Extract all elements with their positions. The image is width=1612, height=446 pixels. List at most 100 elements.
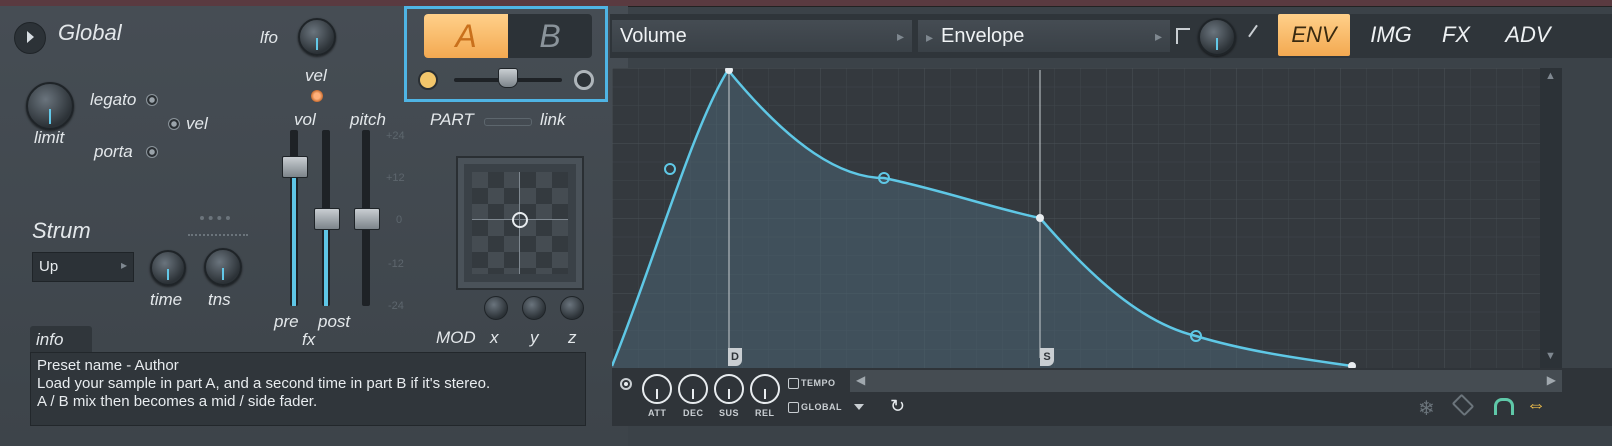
type-dropdown[interactable]: ▸ Envelope ▸ (918, 20, 1170, 52)
chevron-up-icon[interactable]: ▲ (1545, 70, 1556, 82)
chevron-right-icon: ▸ (896, 28, 904, 44)
part-a-button[interactable]: A (424, 14, 508, 58)
porta-toggle[interactable] (146, 146, 158, 158)
chevron-down-icon[interactable]: ▼ (1545, 350, 1556, 362)
horizontal-scrollbar[interactable]: ◀ ▶ (850, 370, 1562, 392)
part-b-power[interactable] (574, 70, 594, 90)
rel-label: REL (755, 408, 775, 418)
tns-knob[interactable] (204, 248, 242, 286)
strum-title: Strum (32, 218, 91, 243)
sustain-point[interactable] (1036, 214, 1044, 222)
fx-label: fx (302, 330, 316, 349)
type-value: Envelope (941, 25, 1025, 47)
vertical-scrollbar[interactable]: ▲ ▼ (1540, 68, 1562, 368)
magnet-icon[interactable] (1494, 398, 1514, 415)
dec-knob[interactable] (678, 374, 708, 404)
xy-pad[interactable] (456, 156, 584, 290)
tempo-checkbox[interactable] (788, 378, 799, 389)
scale-zero: 0 (396, 214, 403, 226)
scale-plus12: +12 (386, 172, 405, 184)
global-label: GLOBAL (801, 402, 842, 412)
pre-fader-fill (292, 176, 296, 306)
menu-down-icon[interactable] (854, 404, 864, 410)
tab-env[interactable]: ENV (1278, 14, 1350, 56)
limit-label: limit (34, 128, 65, 147)
envelope-enable-toggle[interactable] (620, 378, 632, 390)
decay-marker[interactable]: D (728, 348, 742, 366)
link-icon[interactable] (484, 118, 532, 126)
porta-label: porta (94, 142, 133, 161)
tab-adv[interactable]: ADV (1490, 14, 1566, 56)
part-a-power[interactable] (418, 70, 438, 90)
vel-top-label: vel (305, 66, 327, 85)
scale-minus12: -12 (388, 258, 404, 270)
legato-toggle[interactable] (146, 94, 158, 106)
mod-x-label: x (490, 328, 499, 347)
pre-fader[interactable] (282, 156, 308, 178)
ab-switch: A B (424, 14, 592, 58)
reset-icon[interactable]: ↻ (890, 396, 905, 417)
legato-label: legato (90, 90, 137, 109)
envelope-svg (612, 68, 1540, 368)
vel-label: vel (186, 114, 208, 133)
info-tab: info (30, 326, 92, 352)
post-fader-fill (324, 228, 328, 306)
limit-knob[interactable] (26, 82, 74, 130)
sus-label: SUS (719, 408, 740, 418)
target-value: Volume (620, 25, 687, 47)
mod-x-knob[interactable] (484, 296, 508, 320)
chevron-left-icon[interactable]: ◀ (856, 373, 865, 387)
rel-knob[interactable] (750, 374, 780, 404)
strum-mode-dropdown[interactable]: Up ▸ (32, 252, 134, 282)
pitch-label: pitch (350, 110, 386, 129)
global-checkbox[interactable] (788, 402, 799, 413)
tab-img[interactable]: IMG (1356, 14, 1426, 56)
strum-dots (200, 216, 230, 224)
post-label: post (318, 312, 351, 331)
att-label: ATT (648, 408, 667, 418)
tns-label: tns (208, 290, 231, 309)
swap-icon[interactable]: ⇔ (1526, 394, 1546, 417)
sustain-marker[interactable]: S (1040, 348, 1054, 366)
info-line-3: A / B mix then becomes a mid / side fade… (37, 393, 318, 410)
part-label: PART (430, 110, 474, 129)
global-panel: Global lfo vel limit legato vel porta St… (0, 6, 628, 446)
type-prev-arrow: ▸ (926, 29, 934, 45)
vel-toggle[interactable] (168, 118, 180, 130)
dec-label: DEC (683, 408, 704, 418)
part-b-button[interactable]: B (508, 14, 592, 58)
chevron-right-icon[interactable]: ▶ (1547, 373, 1556, 387)
post-fader[interactable] (314, 208, 340, 230)
mod-y-label: y (530, 328, 539, 347)
info-box: Preset name - Author Load your sample in… (30, 352, 586, 426)
time-knob[interactable] (150, 250, 186, 286)
envelope-graph[interactable]: D S (612, 68, 1540, 368)
freeze-icon[interactable]: ❄ (1418, 396, 1435, 421)
pitch-fader[interactable] (354, 208, 380, 230)
pre-label: pre (274, 312, 299, 331)
step-shape-icon (1176, 28, 1190, 44)
sus-knob[interactable] (714, 374, 744, 404)
chevron-right-icon: ▸ (1154, 28, 1162, 44)
xy-cursor[interactable] (512, 212, 528, 228)
play-icon (27, 31, 34, 43)
lfo-label: lfo (260, 28, 278, 47)
att-knob[interactable] (642, 374, 672, 404)
info-line-1: Preset name - Author (37, 357, 179, 374)
tab-fx[interactable]: FX (1428, 14, 1484, 56)
vel-led[interactable] (311, 90, 323, 102)
scale-minus24: -24 (388, 300, 404, 312)
expand-button[interactable] (14, 22, 46, 54)
lfo-knob[interactable] (298, 18, 336, 56)
enable-dot (624, 382, 628, 386)
target-dropdown[interactable]: Volume ▸ (612, 20, 912, 52)
global-title: Global (58, 20, 122, 45)
link-label: link (540, 110, 566, 129)
mod-y-knob[interactable] (522, 296, 546, 320)
info-line-2: Load your sample in part A, and a second… (37, 375, 491, 392)
ab-mix-slider[interactable] (498, 68, 518, 88)
chevron-right-icon: ▸ (120, 258, 127, 272)
mod-z-knob[interactable] (560, 296, 584, 320)
curve-knob[interactable] (1198, 18, 1236, 56)
mod-label: MOD (436, 328, 476, 347)
